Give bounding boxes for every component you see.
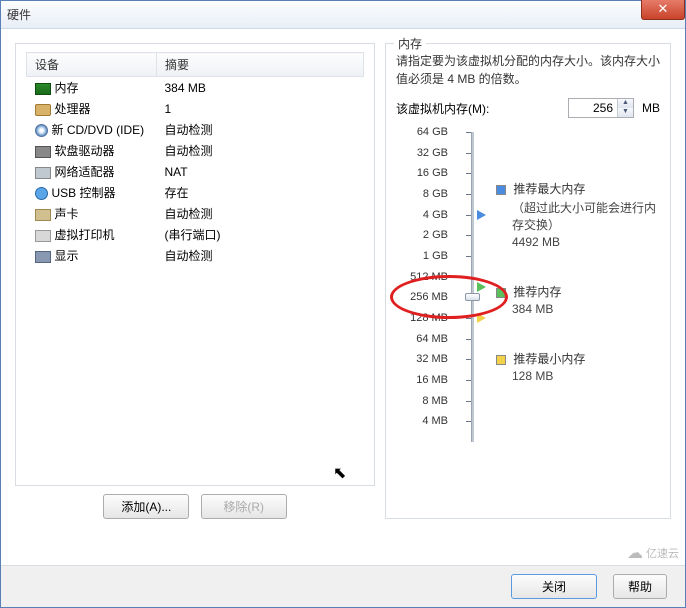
- min-memory-marker-icon: [477, 313, 486, 323]
- device-icon: [35, 251, 51, 263]
- close-dialog-button[interactable]: 关闭: [511, 574, 597, 599]
- device-list-panel: 设备 摘要 内存384 MB处理器1新 CD/DVD (IDE)自动检测软盘驱动…: [15, 43, 375, 486]
- device-name: 显示: [55, 249, 79, 263]
- tick-label: 32 GB: [417, 147, 448, 159]
- max-memory-marker-icon: [477, 210, 486, 220]
- device-row[interactable]: 声卡 自动检测: [27, 203, 364, 224]
- device-row[interactable]: 新 CD/DVD (IDE) 自动检测: [27, 119, 364, 140]
- slider-track[interactable]: [471, 132, 474, 442]
- device-icon: [35, 167, 51, 179]
- device-summary: NAT: [157, 161, 364, 182]
- tick-label: 64 MB: [416, 333, 448, 345]
- legend-square-green-icon: [496, 288, 506, 298]
- device-row[interactable]: 处理器 1: [27, 98, 364, 119]
- memory-legend: 推荐最大内存 （超过此大小可能会进行内存交换） 4492 MB 推荐内存 384…: [496, 132, 660, 442]
- legend-rec-value: 384 MB: [512, 302, 660, 316]
- tick-label: 64 GB: [417, 126, 448, 138]
- device-table: 设备 摘要 内存384 MB处理器1新 CD/DVD (IDE)自动检测软盘驱动…: [26, 52, 364, 266]
- device-summary: 自动检测: [157, 119, 364, 140]
- device-summary: 存在: [157, 182, 364, 203]
- add-button[interactable]: 添加(A)...: [103, 494, 189, 519]
- legend-min-title: 推荐最小内存: [513, 352, 585, 366]
- spin-up-icon[interactable]: ▲: [618, 99, 633, 108]
- window-title: 硬件: [7, 6, 31, 23]
- recommended-memory-marker-icon: [477, 282, 486, 292]
- hardware-dialog: 硬件 ✕ 设备 摘要 内存 384 MB 处理器 1 新 CD/DVD (IDE) 自动检…: [0, 0, 686, 608]
- tick-label: 512 MB: [410, 271, 448, 283]
- device-icon: [35, 83, 51, 95]
- device-icon: [35, 187, 48, 200]
- tick-label: 4 MB: [422, 415, 448, 427]
- device-name: 虚拟打印机: [55, 228, 115, 242]
- spin-down-icon[interactable]: ▼: [618, 108, 633, 117]
- slider-ticks: 64 GB32 GB16 GB8 GB4 GB2 GB1 GB512 MB256…: [396, 132, 448, 442]
- device-icon: [35, 124, 48, 137]
- legend-max-title: 推荐最大内存: [513, 182, 585, 196]
- legend-square-yellow-icon: [496, 355, 506, 365]
- legend-max-value: 4492 MB: [512, 235, 660, 249]
- tick-label: 32 MB: [416, 353, 448, 365]
- tick-label: 8 MB: [422, 395, 448, 407]
- device-summary: 自动检测: [157, 245, 364, 266]
- legend-square-blue-icon: [496, 185, 506, 195]
- memory-label: 该虚拟机内存(M):: [396, 100, 560, 117]
- device-name: 声卡: [55, 207, 79, 221]
- tick-label: 128 MB: [410, 312, 448, 324]
- memory-input[interactable]: [569, 99, 617, 117]
- tick-label: 4 GB: [423, 209, 448, 221]
- device-row[interactable]: 网络适配器 NAT: [27, 161, 364, 182]
- memory-spinner[interactable]: ▲ ▼: [568, 98, 634, 118]
- tick-label: 16 GB: [417, 167, 448, 179]
- device-summary: 自动检测: [157, 140, 364, 161]
- legend-min-value: 128 MB: [512, 369, 660, 383]
- device-name: 处理器: [55, 102, 91, 116]
- device-row[interactable]: 虚拟打印机 (串行端口): [27, 224, 364, 245]
- device-row[interactable]: 显示 自动检测: [27, 245, 364, 266]
- device-icon: [35, 209, 51, 221]
- dialog-footer: 关闭 帮助: [1, 565, 685, 607]
- tick-label: 256 MB: [410, 291, 448, 303]
- tick-label: 2 GB: [423, 229, 448, 241]
- device-name: 新 CD/DVD (IDE): [52, 123, 145, 137]
- memory-unit: MB: [642, 101, 660, 115]
- slider-thumb[interactable]: [465, 293, 480, 301]
- device-row[interactable]: USB 控制器 存在: [27, 182, 364, 203]
- slider-track-column: [460, 132, 484, 442]
- watermark: ☁ 亿速云: [627, 543, 679, 563]
- device-summary: (串行端口): [157, 224, 364, 245]
- memory-slider-area: 64 GB32 GB16 GB8 GB4 GB2 GB1 GB512 MB256…: [396, 132, 660, 442]
- device-buttons: 添加(A)... 移除(R): [15, 494, 375, 519]
- memory-description: 请指定要为该虚拟机分配的内存大小。该内存大小值必须是 4 MB 的倍数。: [396, 52, 660, 88]
- device-summary: 384 MB: [157, 77, 364, 99]
- tick-label: 16 MB: [416, 374, 448, 386]
- legend-rec-title: 推荐内存: [513, 285, 561, 299]
- tick-label: 1 GB: [423, 250, 448, 262]
- memory-panel: 内存 请指定要为该虚拟机分配的内存大小。该内存大小值必须是 4 MB 的倍数。 …: [385, 43, 671, 519]
- device-icon: [35, 146, 51, 158]
- tick-label: 8 GB: [423, 188, 448, 200]
- device-summary: 1: [157, 98, 364, 119]
- cloud-icon: ☁: [627, 543, 643, 563]
- remove-button[interactable]: 移除(R): [201, 494, 287, 519]
- close-button[interactable]: ✕: [641, 0, 685, 20]
- titlebar: 硬件 ✕: [1, 1, 685, 29]
- help-button[interactable]: 帮助: [613, 574, 667, 599]
- device-summary: 自动检测: [157, 203, 364, 224]
- device-row[interactable]: 软盘驱动器 自动检测: [27, 140, 364, 161]
- device-icon: [35, 230, 51, 242]
- legend-max-note: （超过此大小可能会进行内存交换）: [512, 199, 660, 233]
- col-summary[interactable]: 摘要: [157, 53, 364, 77]
- device-row[interactable]: 内存 384 MB: [27, 77, 364, 99]
- device-name: 内存: [55, 81, 79, 95]
- device-name: 软盘驱动器: [55, 144, 115, 158]
- memory-panel-title: 内存: [394, 35, 426, 52]
- col-device[interactable]: 设备: [27, 53, 157, 77]
- device-icon: [35, 104, 51, 116]
- device-name: USB 控制器: [52, 186, 116, 200]
- device-name: 网络适配器: [55, 165, 115, 179]
